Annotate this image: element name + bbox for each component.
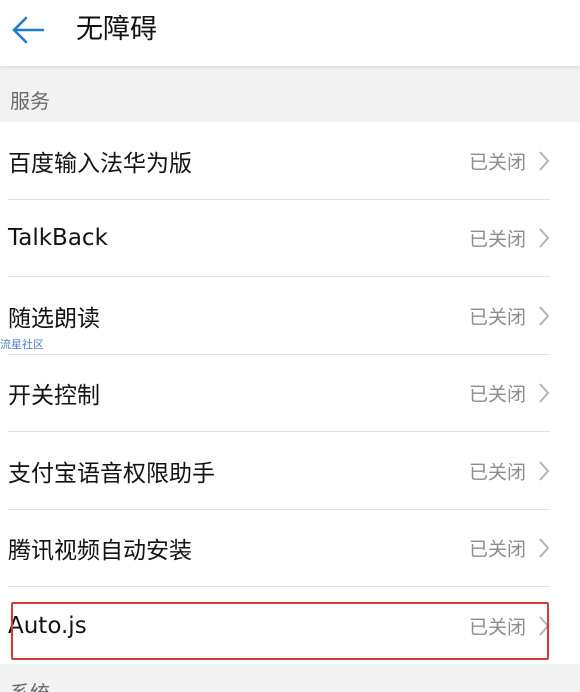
service-item-status: 已关闭 xyxy=(468,228,526,251)
page-title: 无障碍 xyxy=(76,14,157,45)
chevron-right-icon xyxy=(539,461,550,481)
service-item-label: Auto.js xyxy=(8,612,87,639)
service-item-autojs[interactable]: Auto.js 已关闭 xyxy=(0,587,580,665)
service-item-status: 已关闭 xyxy=(468,306,526,329)
section-header-services: 服务 xyxy=(10,89,50,113)
arrow-left-icon xyxy=(12,16,45,44)
service-item-label: 腾讯视频自动安装 xyxy=(8,538,192,565)
service-item-status: 已关闭 xyxy=(468,538,526,561)
service-item-select-to-speak[interactable]: 随选朗读 已关闭 xyxy=(0,277,580,355)
service-item-label: 随选朗读 xyxy=(8,305,100,332)
watermark-text: 流星社区 xyxy=(0,338,44,351)
service-item-label: TalkBack xyxy=(8,225,108,252)
service-item-switch-access[interactable]: 开关控制 已关闭 xyxy=(0,355,580,432)
service-item-status: 已关闭 xyxy=(468,151,526,174)
section-header-system: 系统 xyxy=(10,680,50,692)
chevron-right-icon xyxy=(539,383,550,403)
service-item-talkback[interactable]: TalkBack 已关闭 xyxy=(0,200,580,277)
services-list: 百度输入法华为版 已关闭 TalkBack 已关闭 随选朗读 已关闭 开关控制 … xyxy=(0,122,580,665)
chevron-right-icon xyxy=(539,616,550,636)
chevron-right-icon xyxy=(539,538,550,558)
system-section: 系统 xyxy=(0,664,580,692)
chevron-right-icon xyxy=(539,306,550,326)
service-item-alipay-voice[interactable]: 支付宝语音权限助手 已关闭 xyxy=(0,432,580,510)
service-item-status: 已关闭 xyxy=(468,383,526,406)
service-item-status: 已关闭 xyxy=(468,461,526,484)
service-item-label: 开关控制 xyxy=(8,383,100,410)
chevron-right-icon xyxy=(539,228,550,248)
top-app-bar: 无障碍 xyxy=(0,0,580,66)
service-item-baidu-input[interactable]: 百度输入法华为版 已关闭 xyxy=(0,122,580,200)
service-item-tencent-video[interactable]: 腾讯视频自动安装 已关闭 xyxy=(0,510,580,587)
service-item-label: 百度输入法华为版 xyxy=(8,150,192,177)
back-button[interactable] xyxy=(8,10,48,50)
service-item-status: 已关闭 xyxy=(468,616,526,639)
chevron-right-icon xyxy=(539,151,550,171)
service-item-label: 支付宝语音权限助手 xyxy=(8,460,215,487)
